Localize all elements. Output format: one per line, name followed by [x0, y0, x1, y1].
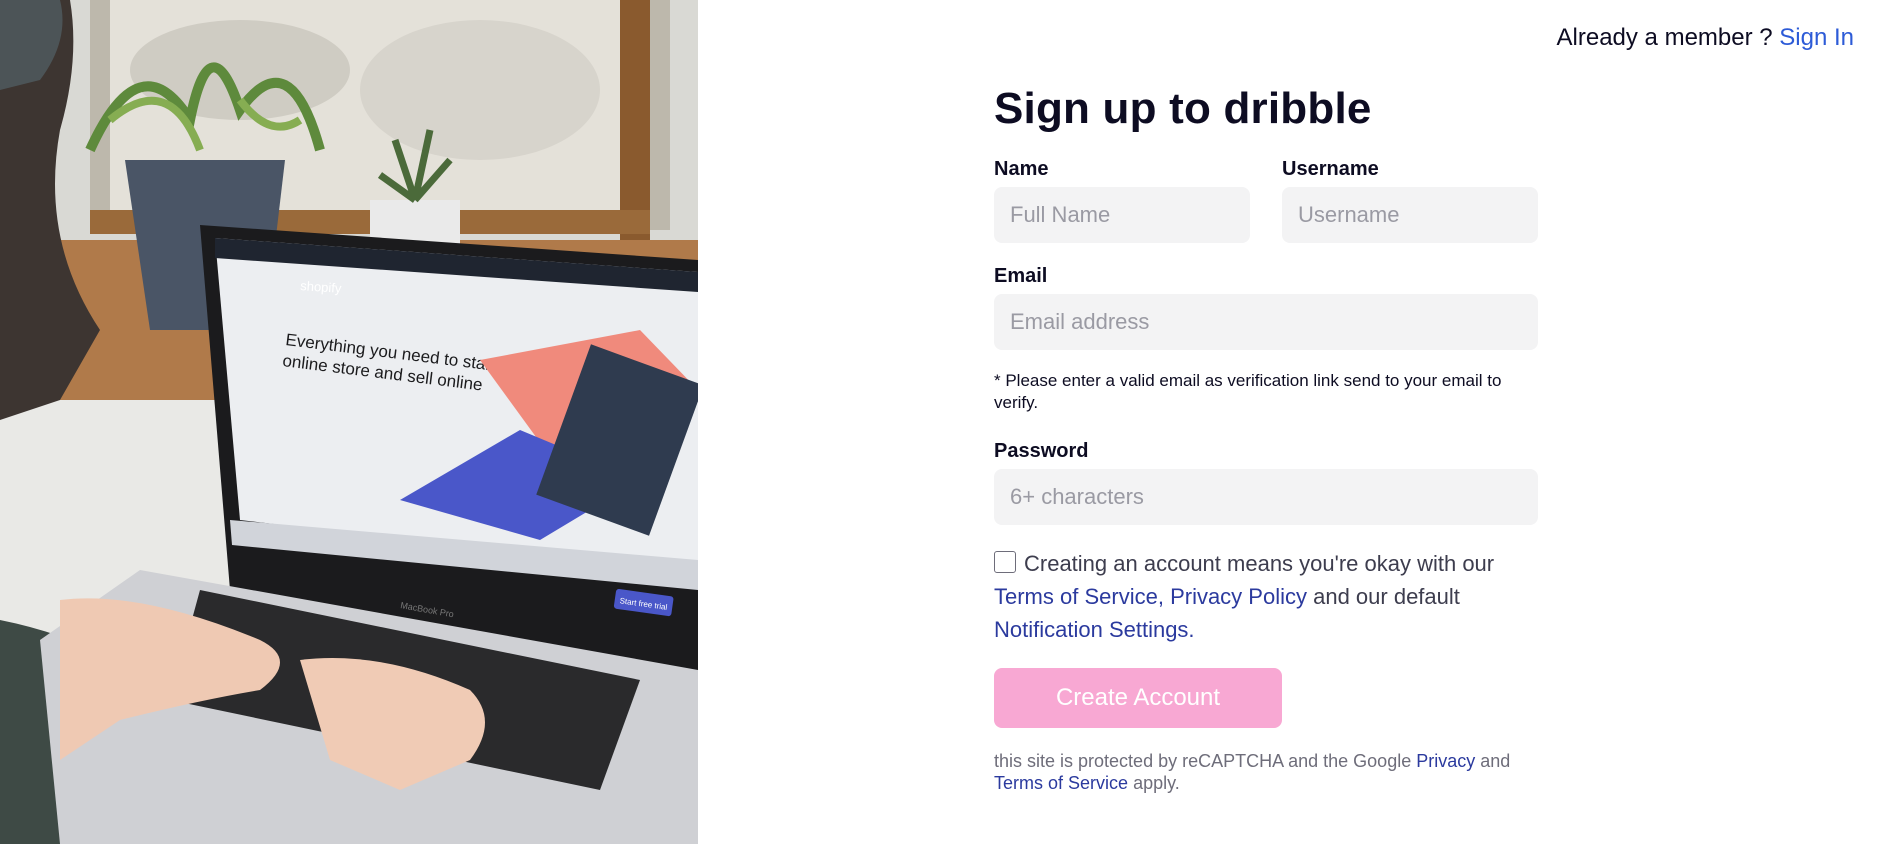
username-field-group: Username — [1282, 158, 1538, 243]
name-label: Name — [994, 158, 1049, 180]
recaptcha-notice: this site is protected by reCAPTCHA and … — [994, 750, 1538, 794]
name-field-group: Name — [994, 158, 1250, 243]
username-label: Username — [1282, 158, 1379, 180]
recaptcha-privacy-link[interactable]: Privacy — [1416, 751, 1475, 771]
password-label: Password — [994, 440, 1089, 462]
hero-photo: shopify Everything you need to start an … — [0, 0, 698, 844]
privacy-policy-link[interactable]: Privacy Policy — [1170, 584, 1307, 609]
email-field-group: Email — [994, 265, 1538, 350]
signup-form: Sign up to dribble Name Username Email *… — [994, 84, 1538, 794]
signup-panel: Already a member ? Sign In Sign up to dr… — [698, 0, 1888, 844]
notification-settings-link[interactable]: Notification Settings. — [994, 617, 1195, 642]
sign-in-link[interactable]: Sign In — [1779, 24, 1854, 51]
member-prompt: Already a member ? Sign In — [1557, 24, 1854, 52]
signup-page: shopify Everything you need to start an … — [0, 0, 1888, 844]
username-input[interactable] — [1282, 187, 1538, 243]
email-label: Email — [994, 265, 1048, 287]
terms-text-2: and our default — [1313, 584, 1460, 609]
name-input[interactable] — [994, 187, 1250, 243]
page-title: Sign up to dribble — [994, 84, 1372, 133]
password-field-group: Password — [994, 440, 1538, 525]
password-input[interactable] — [994, 469, 1538, 525]
email-hint: * Please enter a valid email as verifica… — [994, 371, 1502, 412]
screen-brand: shopify — [300, 278, 343, 296]
create-account-button[interactable]: Create Account — [994, 668, 1282, 728]
terms-text-1: Creating an account means you're okay wi… — [1024, 551, 1495, 576]
recaptcha-text-3: apply. — [1133, 773, 1180, 793]
hero-illustration: shopify Everything you need to start an … — [0, 0, 698, 844]
member-text: Already a member ? — [1556, 24, 1773, 51]
terms-of-service-link[interactable]: Terms of Service, — [994, 584, 1164, 609]
terms-checkbox[interactable] — [994, 551, 1016, 573]
email-input[interactable] — [994, 294, 1538, 350]
recaptcha-terms-link[interactable]: Terms of Service — [994, 773, 1128, 793]
terms-agreement: Creating an account means you're okay wi… — [994, 547, 1538, 646]
name-row: Name Username — [994, 158, 1538, 243]
recaptcha-text-1: this site is protected by reCAPTCHA and … — [994, 751, 1412, 771]
recaptcha-text-2: and — [1480, 751, 1511, 771]
